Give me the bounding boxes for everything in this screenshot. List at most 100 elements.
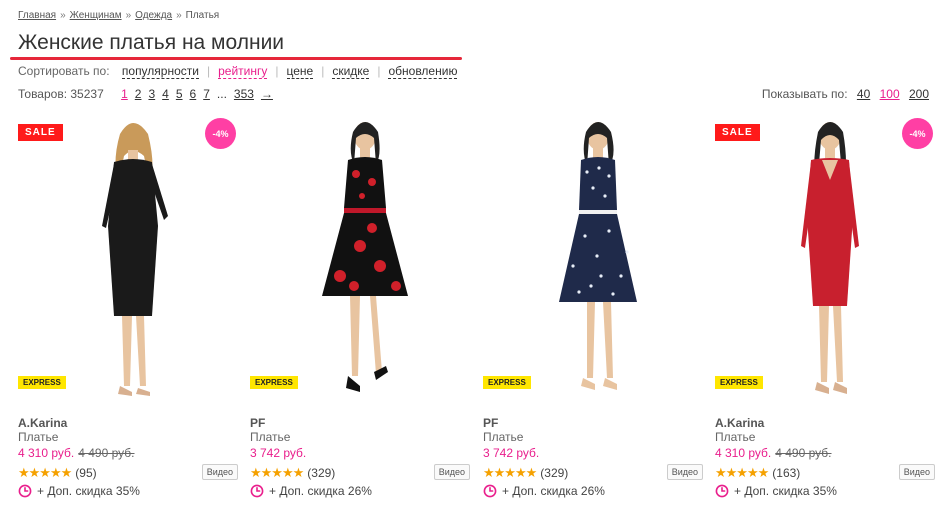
- breadcrumb-home[interactable]: Главная: [18, 10, 56, 21]
- page-size-200[interactable]: 200: [909, 87, 929, 101]
- breadcrumb: Главная» Женщинам» Одежда» Платья: [18, 10, 219, 21]
- clock-icon: [18, 484, 32, 498]
- product-price: 3 742 руб.: [483, 446, 539, 460]
- pagination-row: Товаров: 35237 1 2 3 4 5 6 7... 353 →: [18, 87, 273, 101]
- review-count[interactable]: (95): [75, 466, 96, 480]
- dress-photo[interactable]: [543, 116, 653, 406]
- express-badge: EXPRESS: [250, 376, 298, 389]
- product-image[interactable]: SALE -4% EXPRESS: [18, 116, 238, 406]
- page-link-1[interactable]: 1: [121, 87, 128, 101]
- current-price: 3 742 руб.: [250, 446, 307, 460]
- discount-badge: -4%: [205, 118, 236, 149]
- current-price: 4 310 руб.: [715, 446, 772, 460]
- page-link-last[interactable]: 353: [234, 87, 254, 101]
- product-brand[interactable]: A.Karina: [18, 416, 67, 430]
- sort-update[interactable]: обновлению: [388, 64, 458, 79]
- product-rating: ★★★★★ (329): [250, 465, 335, 481]
- review-count[interactable]: (329): [540, 466, 568, 480]
- product-brand[interactable]: PF: [483, 416, 498, 430]
- promo-text: + Доп. скидка 35%: [37, 484, 140, 498]
- sort-discount[interactable]: скидке: [332, 64, 370, 79]
- product-card[interactable]: EXPRESS PF Платье 3 742 руб. ★★★★★ (329) Видео…: [250, 116, 470, 511]
- page-link-7[interactable]: 7: [203, 87, 210, 101]
- product-type: Платье: [18, 430, 59, 444]
- product-type: Платье: [483, 430, 524, 444]
- breadcrumb-clothing[interactable]: Одежда: [135, 10, 172, 21]
- product-price: 4 310 руб. 4 490 руб.: [715, 446, 832, 460]
- product-count: Товаров: 35237: [18, 87, 104, 101]
- divider: |: [377, 64, 381, 78]
- page-link-5[interactable]: 5: [176, 87, 183, 101]
- rating-stars-icon: ★★★★★: [715, 465, 769, 480]
- product-card[interactable]: EXPRESS PF Платье 3 742 руб. ★★★★★ (329) Видео…: [483, 116, 703, 511]
- dress-photo[interactable]: [78, 116, 188, 406]
- title-underline: [10, 57, 462, 60]
- express-badge: EXPRESS: [483, 376, 531, 389]
- breadcrumb-women[interactable]: Женщинам: [70, 10, 122, 21]
- promo-discount: + Доп. скидка 26%: [250, 484, 372, 498]
- product-type: Платье: [715, 430, 756, 444]
- current-price: 4 310 руб.: [18, 446, 75, 460]
- product-rating: ★★★★★ (95): [18, 465, 97, 481]
- review-count[interactable]: (329): [307, 466, 335, 480]
- review-count[interactable]: (163): [772, 466, 800, 480]
- promo-text: + Доп. скидка 26%: [502, 484, 605, 498]
- product-card[interactable]: SALE -4% EXPRESS A.Karina Платье 4 310 руб. 4 …: [18, 116, 238, 511]
- product-card[interactable]: SALE -4% EXPRESS A.Karina Платье 4 310 руб. 4 …: [715, 116, 935, 511]
- sort-rating[interactable]: рейтингу: [218, 64, 268, 79]
- product-image[interactable]: SALE -4% EXPRESS: [715, 116, 935, 406]
- divider: |: [275, 64, 279, 78]
- sort-label: Сортировать по:: [18, 64, 110, 78]
- current-price: 3 742 руб.: [483, 446, 540, 460]
- video-button[interactable]: Видео: [666, 464, 703, 480]
- old-price: 4 490 руб.: [775, 446, 832, 460]
- video-button[interactable]: Видео: [898, 464, 935, 480]
- divider: |: [206, 64, 211, 78]
- promo-text: + Доп. скидка 26%: [269, 484, 372, 498]
- product-image[interactable]: EXPRESS: [483, 116, 703, 406]
- clock-icon: [715, 484, 729, 498]
- page-link-4[interactable]: 4: [162, 87, 169, 101]
- product-brand[interactable]: PF: [250, 416, 265, 430]
- product-type: Платье: [250, 430, 291, 444]
- divider: |: [321, 64, 325, 78]
- breadcrumb-separator: »: [176, 10, 182, 21]
- product-image[interactable]: EXPRESS: [250, 116, 470, 406]
- pagination: 1 2 3 4 5 6 7... 353 →: [121, 87, 273, 101]
- page-size-40[interactable]: 40: [857, 87, 870, 101]
- sort-price[interactable]: цене: [286, 64, 314, 79]
- video-button[interactable]: Видео: [433, 464, 470, 480]
- page-link-2[interactable]: 2: [135, 87, 142, 101]
- sort-bar: Сортировать по: популярности | рейтингу | це…: [18, 64, 458, 79]
- rating-stars-icon: ★★★★★: [18, 465, 72, 480]
- product-rating: ★★★★★ (163): [715, 465, 800, 481]
- old-price: 4 490 руб.: [78, 446, 135, 460]
- breadcrumb-separator: »: [125, 10, 132, 21]
- promo-discount: + Доп. скидка 35%: [18, 484, 140, 498]
- page-link-6[interactable]: 6: [190, 87, 197, 101]
- sort-popularity[interactable]: популярности: [121, 64, 199, 79]
- clock-icon: [250, 484, 264, 498]
- rating-stars-icon: ★★★★★: [250, 465, 304, 480]
- sale-badge: SALE: [715, 124, 760, 141]
- express-badge: EXPRESS: [18, 376, 66, 389]
- clock-icon: [483, 484, 497, 498]
- dress-photo[interactable]: [310, 116, 420, 406]
- promo-text: + Доп. скидка 35%: [734, 484, 837, 498]
- express-badge: EXPRESS: [715, 376, 763, 389]
- dress-photo[interactable]: [775, 116, 885, 406]
- page-title: Женские платья на молнии: [18, 31, 285, 54]
- breadcrumb-current: Платья: [185, 10, 220, 21]
- breadcrumb-separator: »: [60, 10, 66, 21]
- product-brand[interactable]: A.Karina: [715, 416, 764, 430]
- pagination-ellipsis: ...: [216, 87, 227, 101]
- promo-discount: + Доп. скидка 26%: [483, 484, 605, 498]
- discount-badge: -4%: [902, 118, 933, 149]
- page-link-3[interactable]: 3: [148, 87, 155, 101]
- product-rating: ★★★★★ (329): [483, 465, 568, 481]
- rating-stars-icon: ★★★★★: [483, 465, 537, 480]
- page-size-100[interactable]: 100: [880, 87, 900, 101]
- video-button[interactable]: Видео: [201, 464, 238, 480]
- next-page-arrow-icon[interactable]: →: [261, 87, 273, 101]
- page-size-selector: Показывать по: 40 100 200: [762, 87, 929, 101]
